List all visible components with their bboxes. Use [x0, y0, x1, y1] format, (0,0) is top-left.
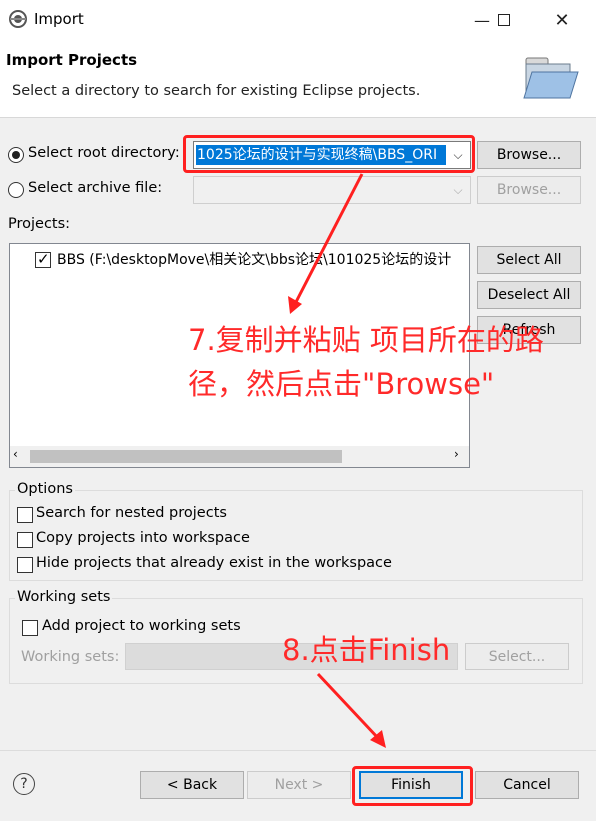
- step7-arrow-head: [288, 296, 302, 314]
- step7-arrow-line: [294, 173, 364, 303]
- step8-annotation: 8.点击Finish: [282, 633, 451, 667]
- step8-arrow-line: [316, 672, 380, 740]
- annotation-arrows: [288, 173, 386, 748]
- step7-annotation: 7.复制并粘贴 项目所在的路径，然后点击"Browse": [188, 323, 544, 401]
